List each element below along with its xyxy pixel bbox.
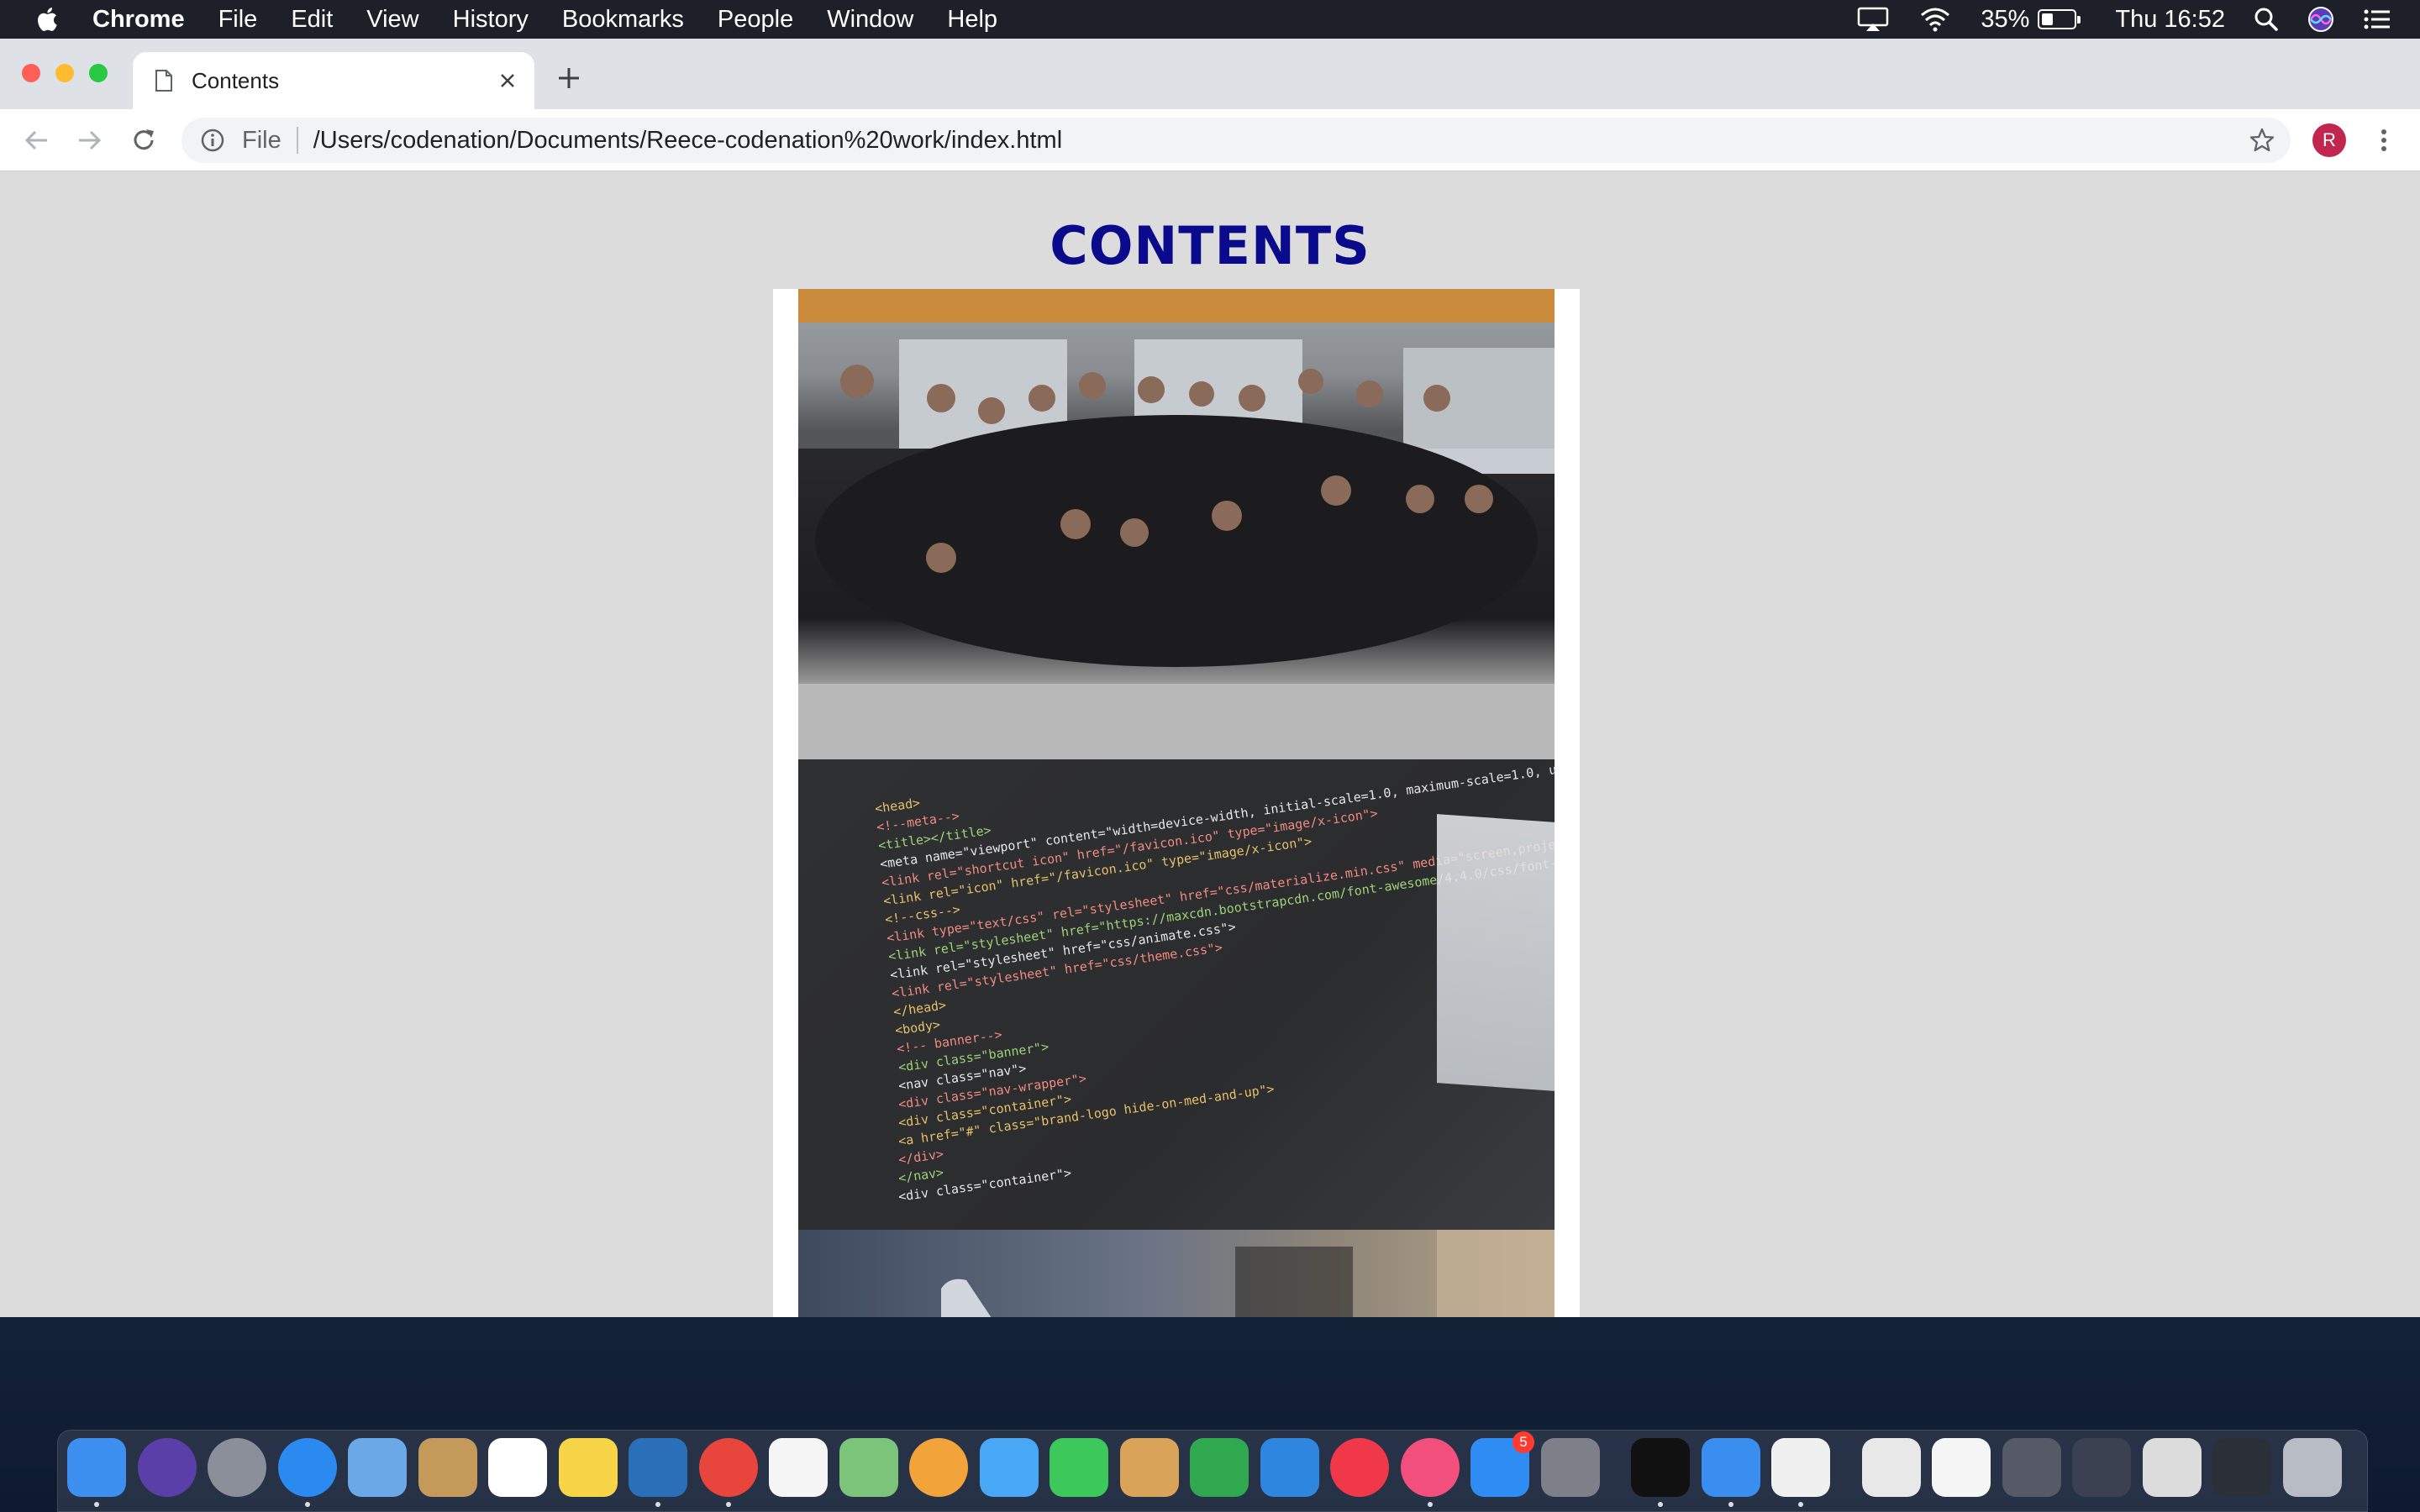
menu-bar: Chrome File Edit View History Bookmarks … [0,0,2420,39]
info-icon[interactable] [200,128,225,153]
menu-bookmarks[interactable]: Bookmarks [562,6,684,34]
dock-chrome-icon[interactable] [698,1438,758,1497]
laptop-photo [798,1230,1555,1317]
dock-badge: 5 [1512,1431,1534,1453]
dock-running-indicator [304,1502,310,1507]
dock-running-indicator [1427,1502,1433,1507]
battery-percent: 35% [1981,5,2030,33]
tab-close-icon[interactable] [494,67,521,94]
code-screenshot: <head> <!--meta--> <title></title> <meta na… [798,759,1555,1230]
dock-safari-icon[interactable] [277,1438,337,1497]
image-panel: <head> <!--meta--> <title></title> <meta na… [773,289,1580,1317]
dock-calendar-icon[interactable] [488,1438,547,1497]
dock-window-thumb-4-icon[interactable] [2142,1438,2202,1497]
dock-textedit-icon[interactable] [1771,1438,1830,1497]
menu-help[interactable]: Help [947,6,997,34]
dock-window-thumb-1-icon[interactable] [1932,1438,1991,1497]
dock-running-indicator [1798,1502,1803,1507]
dock-news-icon[interactable] [1330,1438,1389,1497]
dock-xcode-icon[interactable] [1701,1438,1760,1497]
browser-toolbar: File /Users/codenation/Documents/Reece-c… [0,109,2420,171]
code-line: <body> [894,1016,942,1038]
code-line: <head> [874,795,922,816]
window-minimize-button[interactable] [55,64,74,82]
team-photo-illustration [798,289,1555,759]
url-scheme-label: File [242,126,281,154]
dock-contacts-icon[interactable] [418,1438,477,1497]
dock-keynote-icon[interactable] [1260,1438,1319,1497]
tab-contents[interactable]: Contents [133,52,534,109]
dock-running-indicator [655,1502,660,1507]
dock-mail-icon[interactable] [348,1438,407,1497]
dock-messages-icon[interactable] [979,1438,1039,1497]
dock-finder-icon[interactable] [67,1438,126,1497]
window-close-button[interactable] [22,64,40,82]
dock-running-indicator [94,1502,99,1507]
bookmark-star-icon[interactable] [2249,127,2275,154]
dock-running-indicator [725,1502,731,1507]
document-icon [155,70,172,92]
dock-vscode-icon[interactable] [629,1438,687,1497]
url-text[interactable]: /Users/codenation/Documents/Reece-codena… [313,127,1062,155]
new-tab-plus-icon[interactable] [555,64,583,92]
menu-history[interactable]: History [453,6,529,34]
menu-view[interactable]: View [366,6,418,34]
airplay-icon[interactable] [1856,6,1890,33]
page-viewport: CONTENTS <head> <!--meta--> <title></tit… [0,171,2420,1317]
tab-title: Contents [192,67,280,93]
team-photo [798,289,1555,759]
menu-window[interactable]: Window [827,6,913,34]
dock-maps-icon[interactable] [839,1438,898,1497]
dock-window-thumb-5-icon[interactable] [2212,1438,2271,1497]
laptop-photo-illustration [941,1230,1555,1317]
more-menu-icon[interactable] [2371,123,2396,157]
dock-reminders-icon[interactable] [769,1438,828,1497]
chrome-window: Contents File /Users/codenation/Document… [0,39,2420,1317]
dock-window-thumb-2-icon[interactable] [2002,1438,2061,1497]
blurred-monitor [1437,814,1555,1091]
tab-strip: Contents [0,39,2420,109]
dock-music-icon[interactable] [1400,1438,1460,1497]
page-title: CONTENTS [1050,215,1370,276]
code-line: </nav> [897,1164,945,1186]
battery-icon[interactable] [2038,9,2081,29]
dock-document-stack-icon[interactable] [1861,1438,1921,1497]
status-area: 35% Thu 16:52 [1856,0,2420,39]
dock-window-thumb-3-icon[interactable] [2072,1438,2131,1497]
back-arrow-icon[interactable] [20,124,52,156]
dock-running-indicator [1658,1502,1663,1507]
menu-file[interactable]: File [218,6,258,34]
reload-icon[interactable] [128,124,160,156]
menu-app-name[interactable]: Chrome [92,6,185,34]
menu-clock[interactable]: Thu 16:52 [2115,6,2225,34]
window-zoom-button[interactable] [89,64,108,82]
dock-notes-icon[interactable] [558,1438,618,1497]
dock-terminal-icon[interactable] [1631,1438,1690,1497]
menu-people[interactable]: People [718,6,793,34]
dock-siri-icon[interactable] [137,1438,197,1497]
forward-arrow-icon[interactable] [74,124,106,156]
spotlight-search-icon[interactable] [2254,7,2279,32]
menu-edit[interactable]: Edit [291,6,333,34]
dock-photos-icon[interactable] [909,1438,968,1497]
code-line: </div> [897,1146,945,1168]
dock-running-indicator [1728,1502,1733,1507]
url-separator [296,127,298,154]
dock-preview-icon[interactable] [1119,1438,1179,1497]
siri-icon[interactable] [2307,6,2334,33]
profile-avatar[interactable]: R [2312,123,2346,157]
dock-launchpad-icon[interactable] [208,1438,266,1497]
apple-menu-icon[interactable] [34,4,59,34]
notification-center-icon[interactable] [2363,7,2391,32]
wifi-icon[interactable] [1918,6,1952,33]
dock-system-preferences-icon[interactable] [1540,1438,1600,1497]
address-bar[interactable]: File /Users/codenation/Documents/Reece-c… [182,118,2291,163]
dock-numbers-icon[interactable] [1190,1438,1249,1497]
dock-trash-icon[interactable] [2282,1438,2342,1497]
dock-facetime-icon[interactable] [1050,1438,1108,1497]
